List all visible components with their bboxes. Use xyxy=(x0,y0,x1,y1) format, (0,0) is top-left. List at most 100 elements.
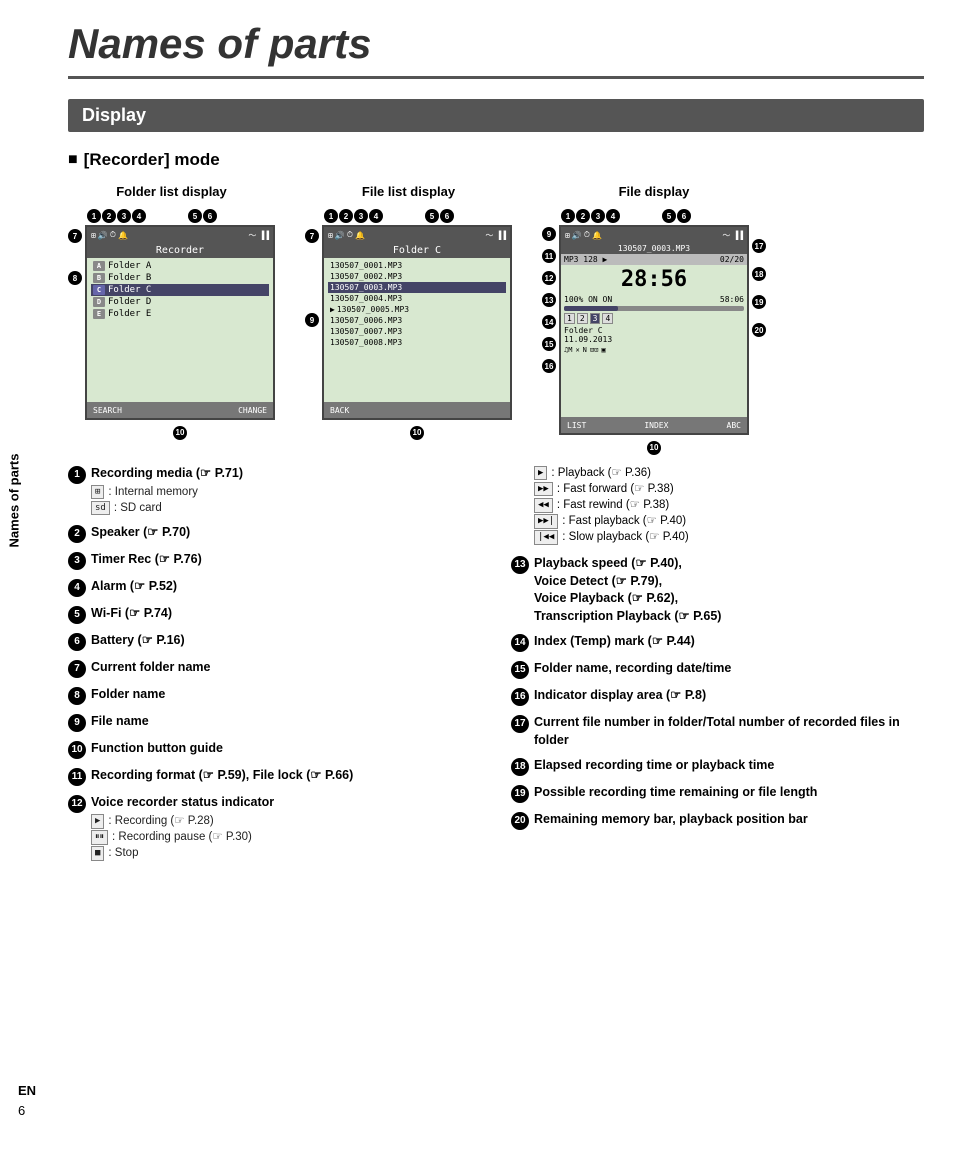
file-display-bottom-bar: LIST INDEX ABC xyxy=(561,417,747,433)
folder-list-screen: ⊞ 🔊 ⏱ 🔔 〜 ▐▐ Recorder xyxy=(85,225,275,420)
annot-8: 8 xyxy=(68,271,82,285)
desc-item-12: 12 Voice recorder status indicator ▶: Re… xyxy=(68,794,481,861)
file-item-6: 130507_0006.MP3 xyxy=(328,315,506,326)
annot-7: 7 xyxy=(68,229,82,243)
file-num: 02/20 xyxy=(720,255,744,264)
annot-3b: 3 xyxy=(354,209,368,223)
annot-15: 15 xyxy=(542,337,556,351)
desc-item-17: 17 Current file number in folder/Total n… xyxy=(511,714,924,749)
annot-2b: 2 xyxy=(339,209,353,223)
folder-item-a: A Folder A xyxy=(91,260,269,272)
annot-11: 11 xyxy=(542,249,556,263)
displays-area: Folder list display 7 8 1 2 3 4 xyxy=(68,184,924,455)
file-list-bottom-bar: BACK xyxy=(324,402,510,418)
annot-5b: 5 xyxy=(425,209,439,223)
file-list-body: 130507_0001.MP3 130507_0002.MP3 130507_0… xyxy=(324,258,510,350)
annot-6a: 6 xyxy=(203,209,217,223)
annot-1c: 1 xyxy=(561,209,575,223)
annot-1a: 1 xyxy=(87,209,101,223)
description-columns: 1 Recording media (☞ P.71) ⊞: Internal m… xyxy=(68,465,924,869)
file-list-display: File list display 7 9 1 2 3 4 xyxy=(305,184,512,455)
progress-label: 100% ON ON xyxy=(564,295,612,304)
annot-4a: 4 xyxy=(132,209,146,223)
annot-18: 18 xyxy=(752,267,766,281)
folder-list-display: Folder list display 7 8 1 2 3 4 xyxy=(68,184,275,455)
desc-item-18: 18 Elapsed recording time or playback ti… xyxy=(511,757,924,776)
annot-6b: 6 xyxy=(440,209,454,223)
file-item-3: 130507_0003.MP3 xyxy=(328,282,506,293)
annot-3c: 3 xyxy=(591,209,605,223)
desc-col-right: ▶: Playback (☞ P.36) ▶▶: Fast forward (☞… xyxy=(511,465,924,869)
annot-9a: 9 xyxy=(305,313,319,327)
annot-4b: 4 xyxy=(369,209,383,223)
mode-header: [Recorder] mode xyxy=(68,150,924,170)
file-display-screen: ⊞ 🔊 ⏱ 🔔 〜 ▐▐ 130507_0003.MP3 xyxy=(559,225,749,435)
desc-item-2: 2 Speaker (☞ P.70) xyxy=(68,524,481,543)
indicator-row: ♫M✕N⊡⊡▣ xyxy=(561,345,747,355)
folder-item-e: E Folder E xyxy=(91,308,269,320)
desc-item-9: 9 File name xyxy=(68,713,481,732)
annot-1b: 1 xyxy=(324,209,338,223)
desc-item-8: 8 Folder name xyxy=(68,686,481,705)
annot-9b: 9 xyxy=(542,227,556,241)
annot-4c: 4 xyxy=(606,209,620,223)
annot-20: 20 xyxy=(752,323,766,337)
desc-item-1: 1 Recording media (☞ P.71) ⊞: Internal m… xyxy=(68,465,481,516)
desc-item-15: 15 Folder name, recording date/time xyxy=(511,660,924,679)
progress-bar xyxy=(564,306,744,311)
file-display: File display 9 11 12 13 14 15 16 1 xyxy=(542,184,766,455)
file-item-2: 130507_0002.MP3 xyxy=(328,271,506,282)
en-label: EN xyxy=(18,1083,36,1098)
annot-16: 16 xyxy=(542,359,556,373)
page-number: 6 xyxy=(18,1103,25,1118)
file-list-top-bar: ⊞ 🔊 ⏱ 🔔 〜 ▐▐ xyxy=(324,227,510,243)
side-label: Names of parts xyxy=(0,200,28,800)
section-header-display: Display xyxy=(68,99,924,132)
annot-5a: 5 xyxy=(188,209,202,223)
desc-item-5: 5 Wi-Fi (☞ P.74) xyxy=(68,605,481,624)
desc-item-10: 10 Function button guide xyxy=(68,740,481,759)
remaining-time: 58:06 xyxy=(720,295,744,304)
annot-12: 12 xyxy=(542,271,556,285)
desc-playback-icons: ▶: Playback (☞ P.36) ▶▶: Fast forward (☞… xyxy=(534,465,924,545)
file-format: MP3 128 ▶ xyxy=(564,255,607,264)
folder-item-b: B Folder B xyxy=(91,272,269,284)
file-list-screen: ⊞ 🔊 ⏱ 🔔 〜 ▐▐ Folder C xyxy=(322,225,512,420)
annot-10c: 10 xyxy=(647,441,661,455)
file-display-top-bar: ⊞ 🔊 ⏱ 🔔 〜 ▐▐ xyxy=(561,227,747,243)
desc-item-14: 14 Index (Temp) mark (☞ P.44) xyxy=(511,633,924,652)
file-list-screen-title: Folder C xyxy=(324,243,510,258)
annot-10a: 10 xyxy=(173,426,187,440)
annot-17: 17 xyxy=(752,239,766,253)
folder-list-body: A Folder A B Folder B C Folder C xyxy=(87,258,273,322)
file-list-title: File list display xyxy=(362,184,455,199)
annot-5c: 5 xyxy=(662,209,676,223)
file-display-filename: 130507_0003.MP3 xyxy=(561,243,747,254)
folder-item-c: C Folder C xyxy=(91,284,269,296)
desc-item-7: 7 Current folder name xyxy=(68,659,481,678)
desc-item-20: 20 Remaining memory bar, playback positi… xyxy=(511,811,924,830)
desc-item-13: 13 Playback speed (☞ P.40),Voice Detect … xyxy=(511,555,924,625)
annot-14: 14 xyxy=(542,315,556,329)
annot-13: 13 xyxy=(542,293,556,307)
desc-item-4: 4 Alarm (☞ P.52) xyxy=(68,578,481,597)
folder-list-bottom-bar: SEARCH CHANGE xyxy=(87,402,273,418)
folder-list-screen-title: Recorder xyxy=(87,243,273,258)
folder-date: Folder C 11.09.2013 xyxy=(561,325,747,345)
folder-item-d: D Folder D xyxy=(91,296,269,308)
file-display-title: File display xyxy=(619,184,690,199)
folder-list-title: Folder list display xyxy=(116,184,227,199)
time-display: 28:56 xyxy=(561,265,747,294)
desc-item-3: 3 Timer Rec (☞ P.76) xyxy=(68,551,481,570)
page-title: Names of parts xyxy=(68,20,924,79)
annot-6c: 6 xyxy=(677,209,691,223)
annot-19: 19 xyxy=(752,295,766,309)
file-item-4: 130507_0004.MP3 xyxy=(328,293,506,304)
file-item-5: ▶ 130507_0005.MP3 xyxy=(328,304,506,315)
folder-list-top-bar: ⊞ 🔊 ⏱ 🔔 〜 ▐▐ xyxy=(87,227,273,243)
desc-item-19: 19 Possible recording time remaining or … xyxy=(511,784,924,803)
annot-7b: 7 xyxy=(305,229,319,243)
annot-2c: 2 xyxy=(576,209,590,223)
index-marks: 1 2 3 4 xyxy=(561,312,747,325)
desc-item-16: 16 Indicator display area (☞ P.8) xyxy=(511,687,924,706)
